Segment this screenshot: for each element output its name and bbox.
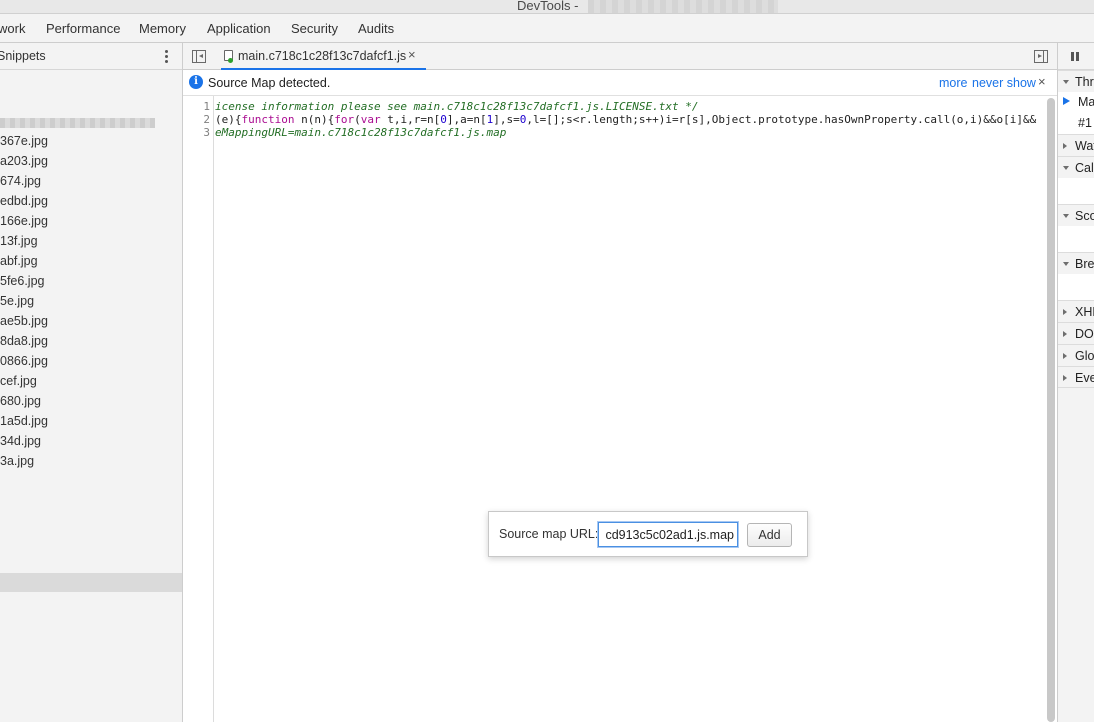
- watch-label: Wat: [1075, 139, 1094, 153]
- file-item[interactable]: 13f.jpg: [0, 234, 38, 248]
- tab-network[interactable]: work: [0, 21, 25, 36]
- code-line-2: (e){function n(n){for(var t,i,r=n[0],a=n…: [215, 113, 1037, 126]
- sources-navigator: Snippets 367e.jpg a203.jpg 674.jpg edbd.…: [0, 43, 183, 722]
- file-item[interactable]: 5fe6.jpg: [0, 274, 44, 288]
- collapse-arrow-icon: [1063, 309, 1067, 315]
- expand-arrow-icon: [1063, 166, 1069, 170]
- call-stack-pane: [1058, 178, 1094, 204]
- scope-label: Sco: [1075, 209, 1094, 223]
- collapse-arrow-icon: [1063, 331, 1067, 337]
- collapse-arrow-icon: [1063, 375, 1067, 381]
- infobar-message: Source Map detected.: [208, 76, 331, 90]
- current-thread-icon: [1063, 97, 1070, 105]
- tab-security[interactable]: Security: [291, 21, 338, 36]
- file-item[interactable]: 0866.jpg: [0, 354, 48, 368]
- file-item[interactable]: 8da8.jpg: [0, 334, 48, 348]
- add-source-map-button[interactable]: Add: [747, 523, 792, 547]
- window-titlebar: DevTools -: [0, 0, 1094, 14]
- main-tab-bar: work Performance Memory Application Secu…: [0, 14, 1094, 43]
- expand-arrow-icon: [1063, 80, 1069, 84]
- file-icon: [224, 50, 233, 63]
- scope-pane-header[interactable]: Sco: [1058, 204, 1094, 226]
- tab-application[interactable]: Application: [207, 21, 271, 36]
- code-line-3: eMappingURL=main.c718c1c28f13c7dafcf1.js…: [215, 126, 507, 139]
- file-item[interactable]: 3a.jpg: [0, 454, 34, 468]
- code-line-1: icense information please see main.c718c…: [215, 100, 699, 113]
- threads-label: Thre: [1075, 75, 1094, 89]
- file-item[interactable]: 5e.jpg: [0, 294, 34, 308]
- more-link[interactable]: more: [939, 76, 967, 90]
- expand-arrow-icon: [1063, 262, 1069, 266]
- code-content[interactable]: icense information please see main.c718c…: [215, 96, 1045, 722]
- file-item[interactable]: 367e.jpg: [0, 134, 48, 148]
- file-item[interactable]: 674.jpg: [0, 174, 41, 188]
- event-label: Eve: [1075, 371, 1094, 385]
- window-title: DevTools -: [517, 0, 579, 13]
- line-number: 2: [203, 113, 210, 126]
- pause-icon[interactable]: [1071, 52, 1079, 61]
- file-item[interactable]: 34d.jpg: [0, 434, 41, 448]
- xhr-label: XHR: [1075, 305, 1094, 319]
- threads-pane-header[interactable]: Thre: [1058, 70, 1094, 92]
- code-editor[interactable]: 1 2 3 icense information please see main…: [183, 96, 1057, 722]
- line-number-gutter: 1 2 3: [183, 96, 214, 722]
- navigator-header: Snippets: [0, 43, 182, 70]
- threads-pane: Ma #1: [1058, 92, 1094, 134]
- thread-main[interactable]: Ma: [1058, 92, 1094, 112]
- debugger-toolbar: [1058, 43, 1094, 70]
- file-item[interactable]: ae5b.jpg: [0, 314, 48, 328]
- global-label: Glo: [1075, 349, 1094, 363]
- redacted-title: [588, 0, 778, 13]
- file-item[interactable]: 1a5d.jpg: [0, 414, 48, 428]
- thread-1-label: #1: [1078, 116, 1092, 130]
- toggle-debugger-icon[interactable]: [1034, 50, 1048, 63]
- tab-audits[interactable]: Audits: [358, 21, 394, 36]
- file-item[interactable]: 680.jpg: [0, 394, 41, 408]
- breakpoints-pane-header[interactable]: Bre: [1058, 252, 1094, 274]
- line-number: 3: [203, 126, 210, 139]
- breakpoints-pane: [1058, 274, 1094, 300]
- call-stack-pane-header[interactable]: Call: [1058, 156, 1094, 178]
- source-map-url-input[interactable]: [598, 522, 738, 547]
- redacted-file-row: [0, 118, 155, 128]
- global-listeners-pane-header[interactable]: Glo: [1058, 344, 1094, 366]
- expand-arrow-icon: [1063, 214, 1069, 218]
- editor-tab-main-js[interactable]: main.c718c1c28f13c7dafcf1.js ×: [221, 43, 426, 70]
- source-map-url-label: Source map URL:: [499, 527, 599, 541]
- editor-tab-label: main.c718c1c28f13c7dafcf1.js: [238, 49, 407, 63]
- tab-memory[interactable]: Memory: [139, 21, 186, 36]
- file-item[interactable]: a203.jpg: [0, 154, 48, 168]
- debugger-sidebar: Thre Ma #1 Wat Call Sco Bre XHR DOM: [1057, 43, 1094, 722]
- line-number: 1: [203, 100, 210, 113]
- editor-scrollbar[interactable]: [1047, 98, 1055, 722]
- xhr-breakpoints-pane-header[interactable]: XHR: [1058, 300, 1094, 322]
- info-icon: i: [189, 75, 203, 89]
- tab-snippets[interactable]: Snippets: [0, 49, 46, 63]
- dom-label: DOM: [1075, 327, 1094, 341]
- event-listener-breakpoints-pane-header[interactable]: Eve: [1058, 366, 1094, 388]
- breakpoints-label: Bre: [1075, 257, 1094, 271]
- never-show-link[interactable]: never show: [972, 76, 1036, 90]
- close-tab-icon[interactable]: ×: [408, 47, 416, 62]
- file-item[interactable]: edbd.jpg: [0, 194, 48, 208]
- file-item[interactable]: abf.jpg: [0, 254, 38, 268]
- scope-pane: [1058, 226, 1094, 252]
- collapse-arrow-icon: [1063, 353, 1067, 359]
- toggle-navigator-icon[interactable]: [192, 50, 206, 63]
- file-item[interactable]: cef.jpg: [0, 374, 37, 388]
- thread-1[interactable]: #1: [1058, 113, 1094, 133]
- source-map-dialog: Source map URL: Add: [488, 511, 808, 557]
- editor-tab-strip: main.c718c1c28f13c7dafcf1.js ×: [183, 43, 1057, 70]
- file-item[interactable]: 166e.jpg: [0, 214, 48, 228]
- dom-breakpoints-pane-header[interactable]: DOM: [1058, 322, 1094, 344]
- selected-tree-row[interactable]: [0, 573, 182, 592]
- thread-main-label: Ma: [1078, 95, 1094, 109]
- more-options-icon[interactable]: [160, 47, 172, 65]
- close-infobar-icon[interactable]: ×: [1038, 74, 1046, 89]
- call-stack-label: Call: [1075, 161, 1094, 175]
- collapse-arrow-icon: [1063, 143, 1067, 149]
- watch-pane-header[interactable]: Wat: [1058, 134, 1094, 156]
- tab-performance[interactable]: Performance: [46, 21, 120, 36]
- source-map-infobar: i Source Map detected. more never show ×: [183, 70, 1057, 96]
